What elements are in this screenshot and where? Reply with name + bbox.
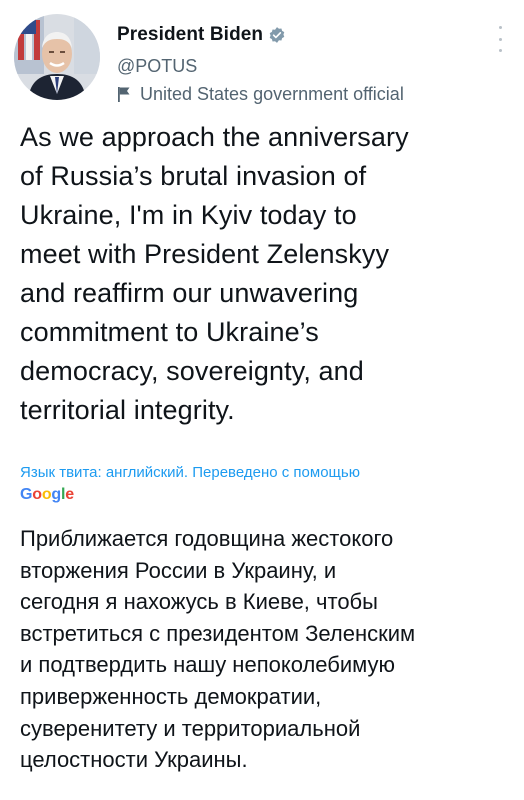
author-avatar[interactable] (14, 14, 100, 100)
translated-tweet-text: Приближается годовщина жестокого вторжен… (20, 526, 416, 773)
tweet-header: President Biden @POTUS United States gov… (117, 22, 484, 106)
name-row: President Biden (117, 22, 484, 48)
affiliation-text: United States government official (140, 83, 404, 104)
translation-notice[interactable]: Язык твита: английский. Переведено с пом… (20, 464, 520, 482)
affiliation-label: United States government official (117, 82, 484, 106)
google-logo: Google (20, 486, 74, 503)
portrait-avatar-image (14, 14, 100, 100)
tweet-text: As we approach the anniversary of Russia… (20, 122, 409, 425)
more-options-icon[interactable] (490, 26, 510, 52)
tweet-card: President Biden @POTUS United States gov… (0, 0, 524, 800)
verified-badge-icon (268, 26, 286, 44)
author-display-name[interactable]: President Biden (117, 24, 263, 46)
government-flag-icon (117, 86, 131, 102)
author-handle[interactable]: @POTUS (117, 54, 484, 78)
